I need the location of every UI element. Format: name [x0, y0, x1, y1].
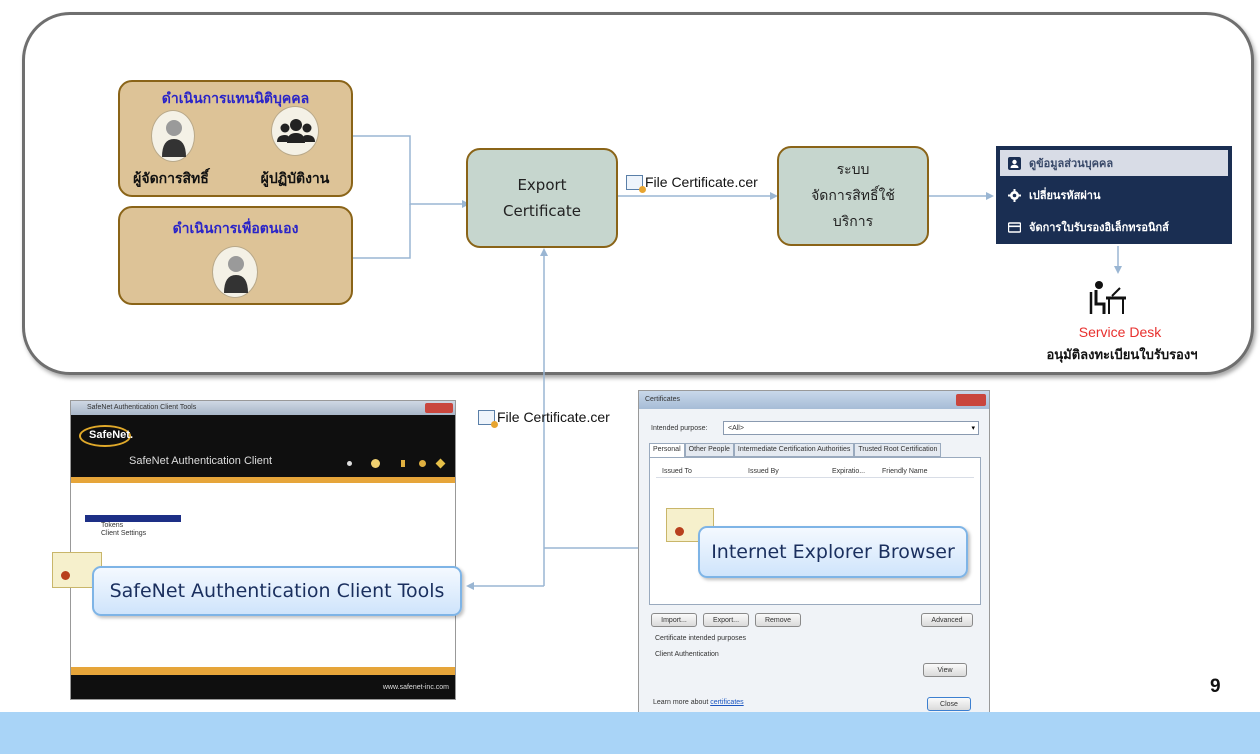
- tab-trusted-root[interactable]: Trusted Root Certification: [854, 443, 942, 457]
- system-to-menu-connector: [929, 192, 994, 200]
- internet-explorer-callout: Internet Explorer Browser: [698, 526, 968, 578]
- column-friendly-name[interactable]: Friendly Name: [882, 468, 928, 475]
- menu-item-label: จัดการใบรับรองอิเล็กทรอนิกส์: [1029, 221, 1169, 234]
- tree-item-client-settings[interactable]: Client Settings: [101, 530, 146, 537]
- card-icon: [1008, 221, 1021, 233]
- file-certificate-text: File Certificate.cer: [497, 409, 610, 425]
- info-icon[interactable]: [401, 460, 405, 467]
- export-button[interactable]: Export...: [703, 613, 749, 627]
- help-icon[interactable]: [419, 460, 426, 467]
- person-icon: [224, 256, 248, 293]
- file-certificate-label-bottom: File Certificate.cer: [478, 409, 610, 428]
- service-desk-label: Service Desk: [1078, 324, 1162, 340]
- admin-role-label: ผู้จัดการสิทธิ์: [133, 171, 209, 187]
- certificate-file-icon: [626, 174, 646, 193]
- menu-item-change-password[interactable]: เปลี่ยนรหัสผ่าน: [1000, 182, 1228, 208]
- cert-titlebar: Certificates: [639, 391, 989, 409]
- chevron-down-icon: ▾: [971, 424, 975, 432]
- safenet-window: SafeNet Authentication Client Tools Safe…: [70, 400, 456, 700]
- system-menu: ดูข้อมูลส่วนบุคคล เปลี่ยนรหัสผ่าน จัดการ…: [996, 146, 1232, 244]
- tab-intermediate-ca[interactable]: Intermediate Certification Authorities: [733, 443, 855, 457]
- export-certificate-box: Export Certificate: [466, 148, 618, 248]
- purpose-select-value: <All>: [728, 425, 744, 432]
- footer-bar: [0, 712, 1260, 754]
- system-line-3: บริการ: [832, 214, 874, 230]
- certificate-seal-icon: [675, 527, 684, 536]
- cert-purposes-value: Client Authentication: [655, 651, 719, 658]
- safenet-header: SafeNet. SafeNet Authentication Client: [71, 415, 455, 477]
- safenet-titlebar: SafeNet Authentication Client Tools: [71, 401, 455, 415]
- settings-icon[interactable]: [371, 459, 380, 468]
- refresh-icon[interactable]: [347, 461, 352, 466]
- safenet-footer: www.safenet-inc.com: [71, 675, 455, 699]
- page-number: 9: [1210, 676, 1221, 697]
- certificate-file-icon: [478, 409, 498, 428]
- file-certificate-label-top: File Certificate.cer: [626, 174, 758, 193]
- tab-other-people[interactable]: Other People: [684, 443, 734, 457]
- safenet-logo: SafeNet.: [89, 429, 134, 441]
- tab-personal[interactable]: Personal: [649, 443, 685, 457]
- view-button[interactable]: View: [923, 663, 967, 677]
- cert-purposes-label: Certificate intended purposes: [655, 635, 747, 642]
- purpose-label: Intended purpose:: [651, 425, 708, 432]
- tree-item-tokens[interactable]: Tokens: [101, 522, 123, 529]
- close-window-button[interactable]: [425, 403, 453, 413]
- safenet-window-title: SafeNet Authentication Client Tools: [87, 404, 197, 411]
- export-line-2: Certificate: [503, 202, 581, 220]
- service-desk-caption: อนุมัติลงทะเบียนใบรับรองฯ: [1046, 348, 1198, 363]
- admin-avatar: [151, 110, 195, 162]
- system-line-2: จัดการสิทธิ์ใช้: [811, 188, 895, 204]
- column-expiration[interactable]: Expiratio...: [832, 468, 865, 475]
- permission-system-box: ระบบ จัดการสิทธิ์ใช้ บริการ: [777, 146, 929, 246]
- safenet-header-title: SafeNet Authentication Client: [129, 455, 273, 467]
- operator-avatar: [271, 106, 319, 156]
- learn-more-text: Learn more about certificates: [653, 699, 744, 706]
- close-dialog-button[interactable]: [956, 394, 986, 406]
- menu-item-label: ดูข้อมูลส่วนบุคคล: [1029, 157, 1114, 170]
- learn-more-prefix: Learn more about: [653, 699, 711, 706]
- cert-dialog-title: Certificates: [645, 396, 681, 403]
- left-merge-connector: [353, 135, 470, 259]
- person-icon: [162, 120, 186, 157]
- safenet-footer-accent: [71, 667, 455, 675]
- operator-role-label: ผู้ปฏิบัติงาน: [260, 171, 330, 187]
- purpose-select[interactable]: <All> ▾: [723, 421, 979, 435]
- import-button[interactable]: Import...: [651, 613, 697, 627]
- certificate-seal-icon: [61, 571, 70, 580]
- cert-list-header: Issued To Issued By Expiratio... Friendl…: [656, 466, 974, 478]
- menu-item-manage-certificate[interactable]: จัดการใบรับรองอิเล็กทรอนิกส์: [1000, 214, 1228, 240]
- user-card-icon: [1008, 156, 1021, 170]
- users-group-icon: [277, 119, 315, 143]
- system-line-1: ระบบ: [836, 162, 870, 178]
- service-desk-icon: [1089, 281, 1126, 314]
- remove-button[interactable]: Remove: [755, 613, 801, 627]
- menu-item-profile[interactable]: ดูข้อมูลส่วนบุคคล: [1000, 150, 1228, 176]
- advanced-button[interactable]: Advanced: [921, 613, 973, 627]
- self-box: ดำเนินการเพื่อตนเอง: [118, 206, 353, 305]
- gear-icon: [1008, 188, 1021, 202]
- column-issued-to[interactable]: Issued To: [662, 468, 692, 475]
- safenet-footer-url: www.safenet-inc.com: [382, 684, 449, 691]
- cert-tabs: Personal Other People Intermediate Certi…: [649, 443, 983, 457]
- close-button[interactable]: Close: [927, 697, 971, 711]
- export-to-system-connector: [618, 192, 778, 200]
- representative-box: ดำเนินการแทนนิติบุคคล ผู้จัดการสิทธิ์ ผู…: [118, 80, 353, 197]
- safenet-accent-bar: [71, 477, 455, 483]
- token-tree-root[interactable]: [85, 515, 181, 522]
- column-issued-by[interactable]: Issued By: [748, 468, 779, 475]
- self-avatar: [212, 246, 258, 298]
- file-certificate-text: File Certificate.cer: [645, 174, 758, 190]
- home-icon[interactable]: [435, 458, 446, 469]
- self-title: ดำเนินการเพื่อตนเอง: [172, 221, 299, 237]
- certificates-link[interactable]: certificates: [710, 699, 743, 706]
- export-line-1: Export: [517, 176, 567, 194]
- safenet-callout: SafeNet Authentication Client Tools: [92, 566, 462, 616]
- menu-to-desk-connector: [1114, 246, 1122, 274]
- menu-item-label: เปลี่ยนรหัสผ่าน: [1029, 189, 1101, 202]
